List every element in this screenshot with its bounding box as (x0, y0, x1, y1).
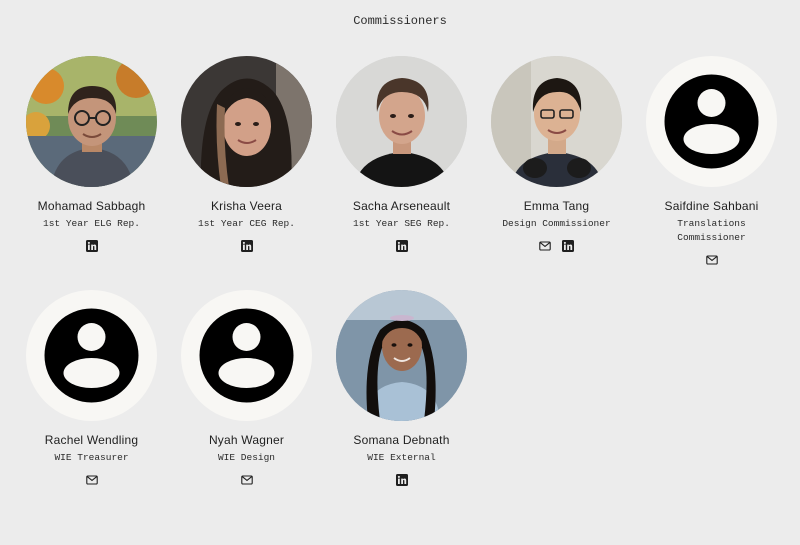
linkedin-icon[interactable] (240, 239, 253, 252)
member-photo (26, 56, 157, 187)
members-grid: Mohamad Sabbagh 1st Year ELG Rep. Krisha… (14, 56, 790, 486)
member-role: WIE Design (217, 452, 275, 463)
member-links (705, 253, 718, 266)
member-role: Translations Commissioner (677, 218, 746, 243)
member-links (395, 473, 408, 486)
member-role: 1st Year SEG Rep. (353, 218, 450, 229)
member-name: Sacha Arseneault (352, 199, 451, 213)
member-card: Saifdine Sahbani Translations Commission… (634, 56, 789, 266)
linkedin-icon[interactable] (85, 239, 98, 252)
user-avatar-icon (664, 74, 759, 169)
member-photo (336, 56, 467, 187)
email-icon[interactable] (240, 474, 253, 486)
commissioners-page: Commissioners Mohamad Sabbagh 1st Year E… (0, 0, 800, 545)
email-icon[interactable] (539, 240, 551, 252)
user-avatar-icon (44, 308, 139, 403)
member-role: 1st Year ELG Rep. (43, 218, 140, 229)
member-role: WIE External (367, 452, 436, 463)
member-links (85, 473, 98, 486)
member-photo-placeholder (26, 290, 157, 421)
member-role: Design Commissioner (502, 218, 611, 229)
member-card: Somana Debnath WIE External (324, 290, 479, 486)
section-title: Commissioners (353, 14, 447, 28)
member-photo-image (336, 290, 467, 421)
linkedin-icon[interactable] (395, 239, 408, 252)
member-links (240, 239, 253, 252)
member-photo-image (336, 56, 467, 187)
member-photo (336, 290, 467, 421)
member-photo-image (491, 56, 622, 187)
member-links (395, 239, 408, 252)
member-name: Somana Debnath (353, 433, 450, 447)
member-name: Emma Tang (523, 199, 590, 213)
member-name: Mohamad Sabbagh (37, 199, 146, 213)
member-photo (181, 56, 312, 187)
member-role: 1st Year CEG Rep. (198, 218, 295, 229)
member-card: Krisha Veera 1st Year CEG Rep. (169, 56, 324, 266)
member-photo-image (181, 56, 312, 187)
member-links (240, 473, 253, 486)
member-card: Emma Tang Design Commissioner (479, 56, 634, 266)
linkedin-icon[interactable] (395, 473, 408, 486)
member-name: Saifdine Sahbani (664, 199, 759, 213)
member-card: Sacha Arseneault 1st Year SEG Rep. (324, 56, 479, 266)
member-card: Rachel Wendling WIE Treasurer (14, 290, 169, 486)
email-icon[interactable] (705, 254, 718, 266)
user-avatar-icon (199, 308, 294, 403)
member-links (85, 239, 98, 252)
email-icon[interactable] (85, 474, 98, 486)
member-name: Nyah Wagner (208, 433, 285, 447)
member-links (539, 239, 574, 252)
member-photo (491, 56, 622, 187)
member-name: Krisha Veera (210, 199, 283, 213)
member-name: Rachel Wendling (44, 433, 139, 447)
member-photo-placeholder (181, 290, 312, 421)
member-photo-placeholder (646, 56, 777, 187)
member-photo-image (26, 56, 157, 187)
member-role: WIE Treasurer (54, 452, 129, 463)
member-card: Mohamad Sabbagh 1st Year ELG Rep. (14, 56, 169, 266)
linkedin-icon[interactable] (562, 239, 574, 252)
member-card: Nyah Wagner WIE Design (169, 290, 324, 486)
